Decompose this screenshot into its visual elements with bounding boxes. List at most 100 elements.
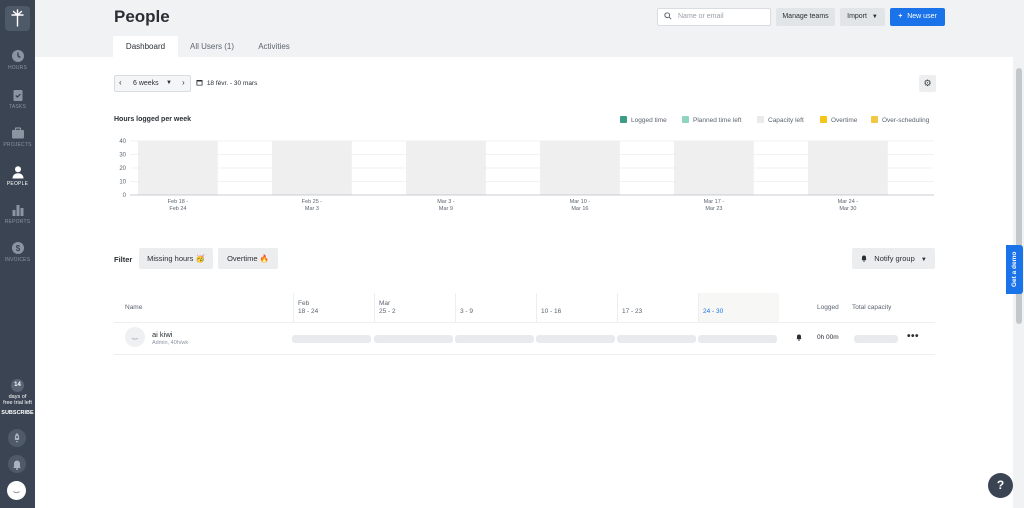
sidebar-item-reports[interactable]: REPORTS bbox=[0, 203, 35, 225]
week-range-selector[interactable]: ‹ 6 weeks ▼ › bbox=[114, 75, 191, 92]
new-user-label: New user bbox=[907, 13, 937, 20]
weeks-value: 6 weeks bbox=[133, 80, 159, 87]
week-column-0: Feb 18 - 24 bbox=[293, 293, 374, 322]
sidebar-item-label: HOURS bbox=[7, 65, 28, 71]
rocket-button[interactable] bbox=[8, 429, 26, 447]
sidebar-item-hours[interactable]: HOURS bbox=[0, 49, 35, 71]
trial-text: days of free trial left bbox=[0, 394, 35, 406]
legend-label: Over-scheduling bbox=[882, 117, 930, 124]
week-column-3: 10 - 16 bbox=[536, 293, 617, 322]
x-tick-label: Mar 17 - bbox=[704, 199, 725, 205]
y-tick-label: 30 bbox=[119, 153, 126, 159]
week-capacity-bar bbox=[292, 335, 371, 343]
week-capacity-bar bbox=[617, 335, 696, 343]
row-divider bbox=[114, 354, 935, 355]
smiley-icon bbox=[13, 491, 20, 494]
sidebar-item-invoices[interactable]: $ INVOICES bbox=[0, 241, 35, 263]
logo-icon bbox=[11, 9, 24, 27]
app-logo[interactable] bbox=[5, 6, 30, 31]
overtime-filter[interactable]: Overtime 🔥 bbox=[218, 248, 278, 269]
week-line2: 25 - 2 bbox=[379, 307, 396, 315]
week-column-5: 24 - 30 bbox=[698, 293, 779, 322]
plus-icon: + bbox=[898, 13, 903, 20]
smiley-icon bbox=[131, 337, 139, 340]
sidebar-item-label: REPORTS bbox=[4, 219, 31, 225]
notifications-button[interactable] bbox=[8, 455, 26, 473]
missing-hours-filter[interactable]: Missing hours 🥳 bbox=[139, 248, 213, 269]
person-icon bbox=[12, 166, 23, 179]
sidebar-item-label: PEOPLE bbox=[6, 181, 29, 187]
sidebar-item-projects[interactable]: PROJECTS bbox=[0, 126, 35, 148]
manage-teams-button[interactable]: Manage teams bbox=[776, 8, 835, 26]
legend-label: Capacity left bbox=[768, 117, 804, 124]
y-tick-label: 40 bbox=[119, 139, 126, 145]
svg-text:$: $ bbox=[15, 244, 20, 253]
week-capacity-bar bbox=[455, 335, 534, 343]
trial-days-badge: 14 bbox=[11, 379, 24, 392]
clock-icon bbox=[11, 50, 24, 62]
subscribe-link[interactable]: SUBSCRIBE bbox=[0, 410, 35, 416]
settings-button[interactable]: ⚙ bbox=[919, 75, 936, 92]
tab-dashboard[interactable]: Dashboard bbox=[113, 36, 178, 57]
legend-label: Planned time left bbox=[693, 117, 742, 124]
bell-icon[interactable] bbox=[795, 333, 803, 341]
sidebar: HOURS TASKS PROJECTS PEOPLE REPORTS $ IN… bbox=[0, 0, 35, 508]
date-range[interactable]: 18 févr. - 30 mars bbox=[196, 79, 257, 87]
prev-chevron-icon[interactable]: ‹ bbox=[119, 78, 122, 87]
x-tick-label: Mar 10 - bbox=[570, 199, 591, 205]
week-column-2: 3 - 9 bbox=[455, 293, 536, 322]
import-label: Import bbox=[847, 13, 867, 20]
legend-swatch bbox=[682, 116, 689, 123]
x-tick-label: Mar 24 - bbox=[838, 199, 859, 205]
chart-title: Hours logged per week bbox=[114, 116, 192, 123]
more-options-icon[interactable]: ••• bbox=[907, 331, 919, 342]
legend-swatch bbox=[757, 116, 764, 123]
week-column-4: 17 - 23 bbox=[617, 293, 698, 322]
x-tick-label: Feb 25 - bbox=[302, 199, 323, 205]
legend-overtime: Overtime bbox=[820, 116, 857, 124]
tab-all-users[interactable]: All Users (1) bbox=[181, 36, 243, 57]
logged-value: 0h 00m bbox=[817, 334, 839, 341]
import-button[interactable]: Import ▼ bbox=[840, 8, 885, 26]
sidebar-item-tasks[interactable]: TASKS bbox=[0, 88, 35, 110]
legend-logged-time: Logged time bbox=[620, 116, 667, 124]
gear-icon: ⚙ bbox=[923, 78, 932, 88]
x-tick-label: Mar 9 bbox=[439, 206, 453, 212]
sidebar-item-label: INVOICES bbox=[4, 257, 31, 263]
trial-notice: 14 days of free trial left SUBSCRIBE bbox=[0, 379, 35, 416]
caret-down-icon: ▼ bbox=[166, 80, 172, 86]
x-tick-label: Feb 24 bbox=[169, 206, 186, 212]
tab-activities[interactable]: Activities bbox=[247, 36, 301, 57]
x-tick-label: Mar 30 bbox=[839, 206, 856, 212]
new-user-button[interactable]: + New user bbox=[890, 8, 945, 26]
page-header: People Name or email Manage teams Import… bbox=[35, 0, 1013, 57]
bell-icon bbox=[13, 460, 21, 470]
sidebar-item-people[interactable]: PEOPLE bbox=[0, 165, 35, 187]
week-line2: 10 - 16 bbox=[541, 307, 562, 315]
help-button[interactable]: ? bbox=[988, 473, 1013, 498]
legend-capacity-left: Capacity left bbox=[757, 116, 804, 124]
y-tick-label: 20 bbox=[119, 166, 126, 172]
user-role: Admin, 40h/wk bbox=[152, 340, 189, 346]
next-chevron-icon[interactable]: › bbox=[182, 78, 185, 87]
calendar-icon bbox=[196, 80, 203, 86]
user-avatar[interactable] bbox=[7, 481, 26, 500]
x-tick-label: Mar 16 bbox=[571, 206, 588, 212]
row-divider bbox=[114, 322, 935, 323]
column-header-total-capacity: Total capacity bbox=[852, 304, 892, 311]
legend-swatch bbox=[871, 116, 878, 123]
y-tick-label: 0 bbox=[123, 193, 127, 199]
user-name[interactable]: ai kiwi bbox=[152, 330, 172, 339]
get-demo-button[interactable]: Get a demo bbox=[1006, 245, 1023, 294]
search-input[interactable]: Name or email bbox=[657, 8, 771, 26]
notify-group-button[interactable]: Notify group ▼ bbox=[852, 248, 935, 269]
dollar-icon: $ bbox=[11, 242, 24, 254]
total-capacity-bar bbox=[854, 335, 898, 343]
week-line2: 24 - 30 bbox=[703, 307, 724, 315]
x-tick-label: Mar 23 bbox=[705, 206, 722, 212]
week-line1: Feb bbox=[298, 300, 310, 307]
week-line1: Mar bbox=[379, 300, 391, 307]
legend-label: Overtime bbox=[831, 117, 858, 124]
x-tick-label: Feb 18 - bbox=[168, 199, 189, 205]
sidebar-item-label: PROJECTS bbox=[3, 142, 32, 148]
